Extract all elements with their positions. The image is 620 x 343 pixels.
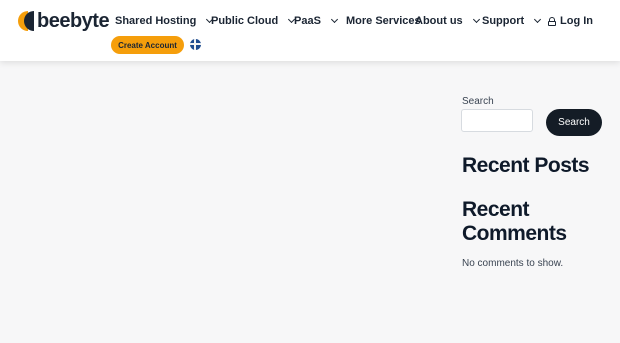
search-input[interactable] xyxy=(461,109,533,132)
lock-icon xyxy=(548,16,556,26)
nav-shared-hosting[interactable]: Shared Hosting xyxy=(115,14,214,28)
logo-mark-icon xyxy=(18,10,34,32)
no-comments-text: No comments to show. xyxy=(462,258,564,269)
create-account-button[interactable]: Create Account xyxy=(111,36,184,54)
recent-comments-heading: Recent Comments xyxy=(462,198,567,245)
nav-support[interactable]: Support xyxy=(482,14,542,28)
nav-more-services[interactable]: More Services xyxy=(346,14,421,28)
chevron-down-icon xyxy=(472,15,480,24)
beebyte-logo[interactable]: beebyte xyxy=(18,10,110,32)
chevron-down-icon xyxy=(330,15,338,24)
nav-label: PaaS xyxy=(294,15,321,27)
site-header: beebyte Shared Hosting Public Cloud PaaS… xyxy=(0,0,620,61)
nav-label: About us xyxy=(415,15,463,27)
nav-about-us[interactable]: About us xyxy=(415,14,480,28)
recent-posts-heading: Recent Posts xyxy=(462,154,590,177)
logo-text: beebyte xyxy=(37,10,110,32)
login-label: Log In xyxy=(560,15,593,27)
chevron-down-icon xyxy=(534,15,542,24)
nav-label: More Services xyxy=(346,15,421,27)
swedish-flag-icon[interactable] xyxy=(190,39,201,50)
login-link[interactable]: Log In xyxy=(548,14,593,28)
nav-paas[interactable]: PaaS xyxy=(294,14,338,28)
search-label: Search xyxy=(462,96,494,107)
nav-public-cloud[interactable]: Public Cloud xyxy=(211,14,296,28)
search-button[interactable]: Search xyxy=(546,109,602,136)
nav-label: Public Cloud xyxy=(211,15,279,27)
nav-label: Shared Hosting xyxy=(115,15,197,27)
nav-label: Support xyxy=(482,15,525,27)
